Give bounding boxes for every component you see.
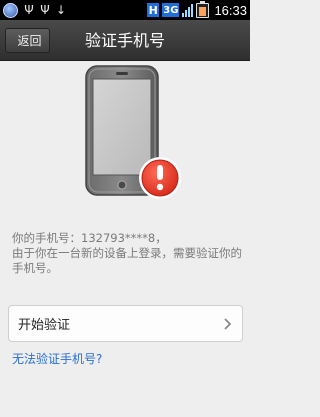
back-button[interactable]: 返回 <box>5 28 50 53</box>
title-bar: 验证手机号 返回 <box>0 20 250 61</box>
signal-icon <box>182 3 194 17</box>
battery-icon <box>196 0 210 18</box>
phone-number-line: 你的手机号：132793****8， <box>12 231 167 245</box>
notification-icons: Ψ Ψ ↓ <box>0 0 66 20</box>
reason-line: 由于你在一台新的设备上登录，需要验证你的手机号。 <box>12 246 242 275</box>
usb-icon-2: Ψ <box>40 3 50 17</box>
phone-warning-icon <box>85 65 181 199</box>
cannot-verify-link[interactable]: 无法验证手机号? <box>12 350 102 367</box>
chevron-right-icon <box>224 317 232 330</box>
clock: 16:33 <box>214 2 247 18</box>
verification-message: 你的手机号：132793****8， 由于你在一台新的设备上登录，需要验证你的手… <box>12 231 244 276</box>
start-verification-button[interactable]: 开始验证 <box>8 305 243 342</box>
download-icon: ↓ <box>56 3 67 17</box>
usb-icon: Ψ <box>24 3 34 17</box>
network-badge: H <box>147 3 160 17</box>
status-icons: H 3G 16:33 <box>147 0 247 20</box>
network-type: 3G <box>162 3 180 17</box>
app-notification-icon <box>3 2 18 18</box>
start-verification-label: 开始验证 <box>18 318 71 333</box>
phone-warning-illustration <box>0 61 250 211</box>
status-bar: Ψ Ψ ↓ H 3G 16:33 <box>0 0 250 20</box>
